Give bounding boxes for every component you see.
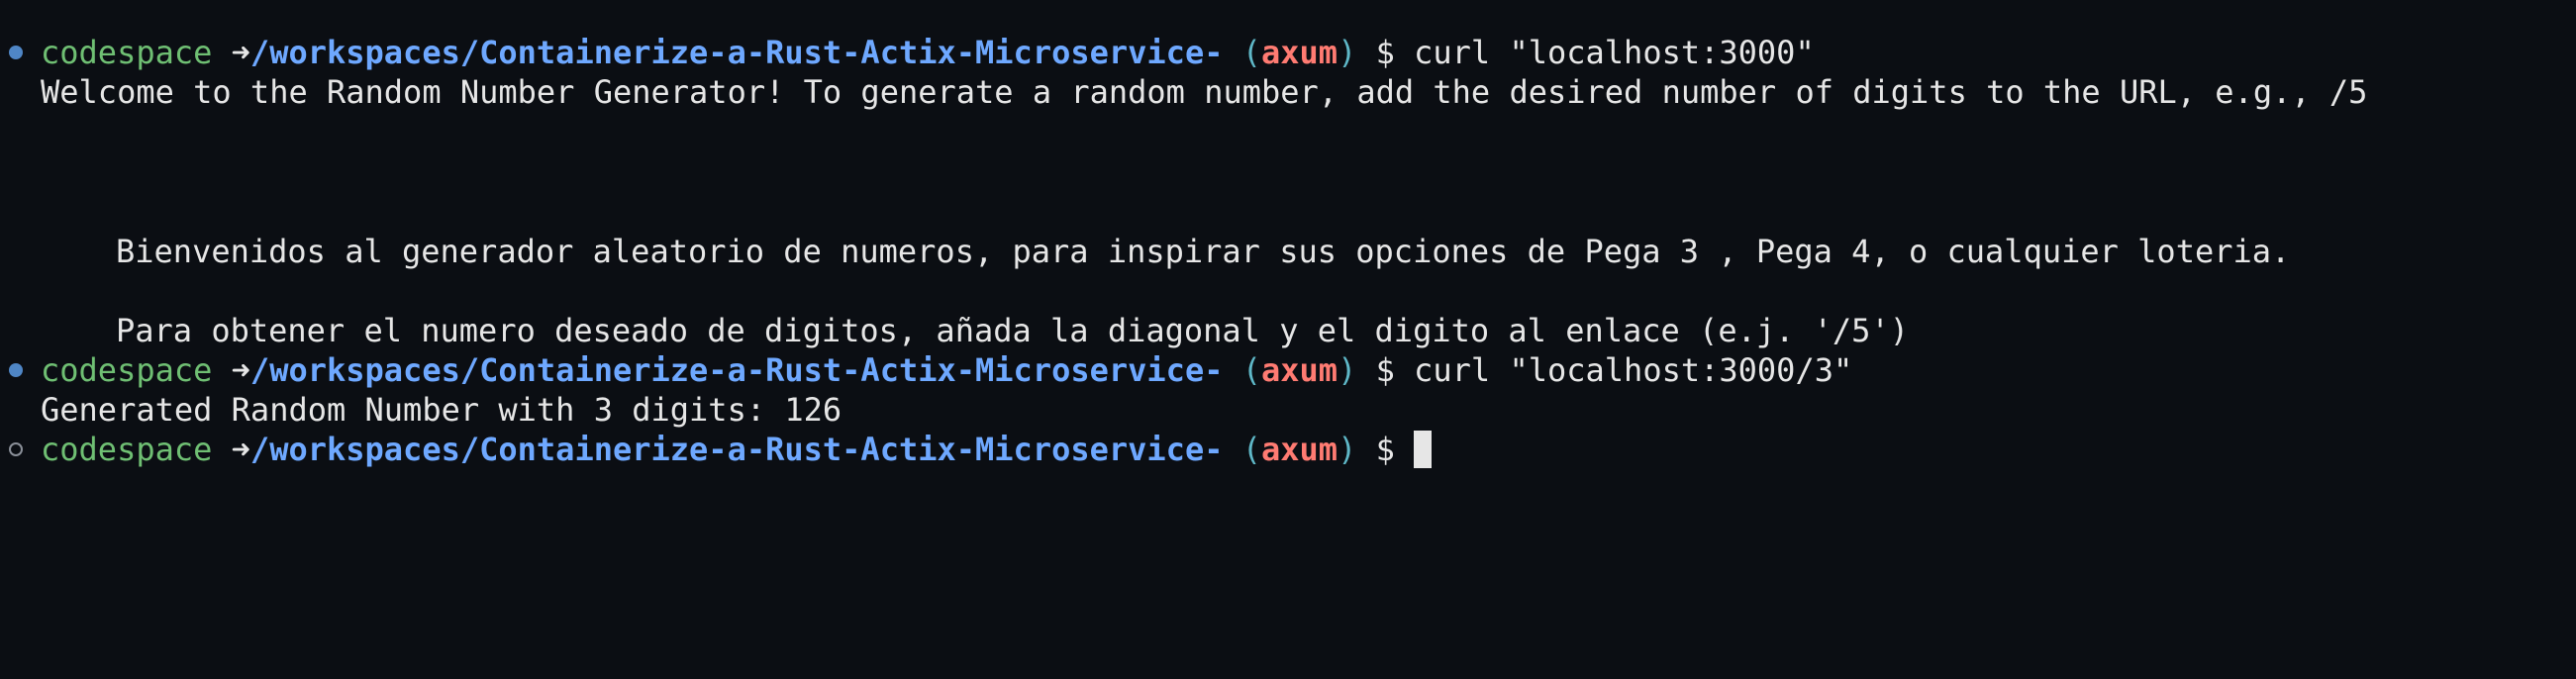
prompt-open-paren: ( (1241, 431, 1261, 468)
prompt-close-paren: ) (1338, 351, 1357, 389)
prompt-host: codespace (41, 351, 213, 389)
prompt-path: /workspaces/Containerize-a-Rust-Actix-Mi… (249, 431, 1224, 468)
prompt-symbol: $ (1375, 351, 1395, 389)
prompt-arrow-icon: ➜ (231, 431, 250, 468)
command-status-pending-icon[interactable] (9, 442, 23, 456)
prompt-path: /workspaces/Containerize-a-Rust-Actix-Mi… (249, 351, 1224, 389)
prompt-symbol: $ (1375, 34, 1395, 71)
output-line: Bienvenidos al generador aleatorio de nu… (116, 233, 2291, 270)
prompt-path: /workspaces/Containerize-a-Rust-Actix-Mi… (249, 34, 1224, 71)
active-prompt-line[interactable]: codespace ➜/workspaces/Containerize-a-Ru… (41, 430, 1433, 469)
prompt-line: codespace ➜/workspaces/Containerize-a-Ru… (41, 350, 1852, 390)
prompt-git-branch: axum (1261, 34, 1338, 71)
prompt-arrow-icon: ➜ (231, 351, 250, 389)
output-line: Welcome to the Random Number Generator! … (41, 73, 2368, 111)
prompt-host: codespace (41, 431, 213, 468)
prompt-line: codespace ➜/workspaces/Containerize-a-Ru… (41, 33, 1815, 72)
output-line: Generated Random Number with 3 digits: 1… (41, 391, 842, 429)
command-status-success-icon[interactable] (9, 46, 23, 59)
prompt-open-paren: ( (1241, 34, 1261, 71)
prompt-git-branch: axum (1261, 351, 1338, 389)
command-status-success-icon[interactable] (9, 363, 23, 377)
prompt-open-paren: ( (1241, 351, 1261, 389)
command-text: curl "localhost:3000" (1414, 34, 1815, 71)
prompt-arrow-icon: ➜ (231, 34, 250, 71)
prompt-host: codespace (41, 34, 213, 71)
prompt-git-branch: axum (1261, 431, 1338, 468)
output-line: Para obtener el numero deseado de digito… (116, 312, 1909, 349)
terminal-panel[interactable]: codespace ➜/workspaces/Containerize-a-Ru… (0, 0, 2576, 679)
command-text: curl "localhost:3000/3" (1414, 351, 1853, 389)
prompt-close-paren: ) (1338, 431, 1357, 468)
text-cursor[interactable] (1414, 431, 1433, 468)
prompt-close-paren: ) (1338, 34, 1357, 71)
prompt-symbol: $ (1375, 431, 1395, 468)
